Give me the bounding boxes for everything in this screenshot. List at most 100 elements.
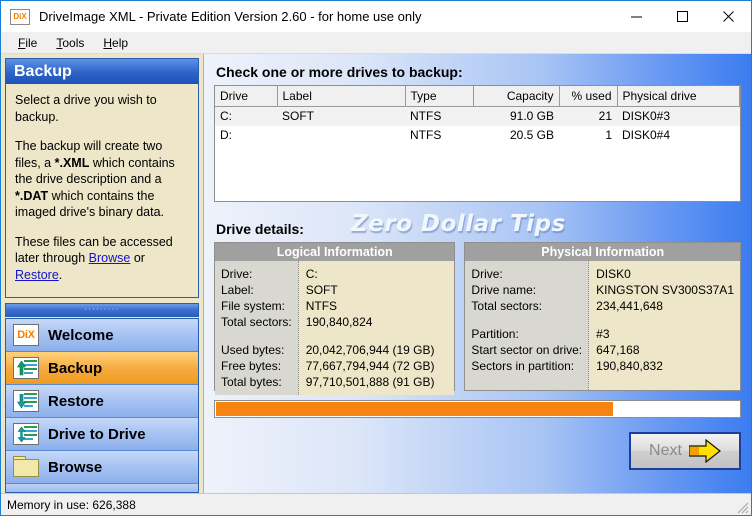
menu-help-label: H [103, 35, 113, 50]
resize-grip-icon[interactable] [735, 500, 749, 514]
arrow-up-glyph [17, 361, 26, 376]
cell-type: NTFS [405, 106, 473, 126]
logical-key-drive: Drive: [221, 267, 253, 281]
cell-physical-drive: DISK0#3 [617, 106, 740, 126]
cell-percent-used: 21 [559, 106, 617, 126]
main-panel: Check one or more drives to backup: Driv… [204, 54, 751, 493]
table-row[interactable]: C: SOFT NTFS 91.0 GB 21 DISK0#3 [215, 106, 740, 126]
minimize-button[interactable] [613, 1, 659, 32]
cell-type: NTFS [410, 128, 442, 142]
logical-keys-gap [221, 330, 292, 342]
sidebar-item-welcome[interactable]: DiX Welcome [6, 319, 198, 352]
logical-key-free-bytes: Free bytes: [221, 359, 282, 373]
status-bar: Memory in use: 626,388 [1, 493, 751, 515]
col-type[interactable]: Type [405, 86, 474, 107]
physical-information-header: Physical Information [465, 243, 740, 261]
logical-value-file-system: NTFS [305, 299, 338, 313]
grip-dots: ········· [84, 305, 120, 313]
col-label[interactable]: Label [277, 86, 406, 107]
sidebar-item-backup[interactable]: Backup [6, 352, 198, 385]
sidebar-item-welcome-label: Welcome [48, 326, 114, 344]
logical-key-total-bytes: Total bytes: [221, 375, 282, 389]
p3-c: . [58, 267, 63, 282]
dix-app-icon: DiX [10, 8, 30, 25]
cell-percent-used: 1 [605, 128, 612, 142]
col-capacity[interactable]: Capacity [473, 86, 560, 107]
logical-key-file-system: File system: [221, 299, 286, 313]
col-percent-used[interactable]: % used [559, 86, 618, 107]
sidebar-item-restore[interactable]: Restore [6, 385, 198, 418]
p3-b: or [130, 251, 145, 265]
watermark-text: Zero Dollar Tips [351, 211, 566, 237]
sidebar-panel-title: Backup [6, 59, 198, 84]
close-button[interactable] [705, 1, 751, 32]
physical-values: DISK0 KINGSTON SV300S37A1 234,441,648 #3… [589, 261, 740, 390]
menu-file-rest: ile [25, 35, 38, 50]
drive-details-header: Drive details: Zero Dollar Tips [216, 211, 741, 237]
sidebar-item-browse[interactable]: Browse [6, 451, 198, 484]
physical-value-total-sectors: 234,441,648 [596, 299, 663, 313]
physical-value-start-sector: 647,168 [596, 343, 640, 357]
restore-arrow-down-icon [13, 390, 39, 412]
sidebar-splitter-grip[interactable]: ········· [5, 303, 199, 317]
progress-bar-fill [216, 402, 614, 416]
logical-value-drive: C: [305, 267, 318, 281]
sidebar-panel-body: Select a drive you wish to backup. The b… [6, 84, 198, 297]
drives-section-title: Check one or more drives to backup: [216, 64, 463, 80]
col-drive[interactable]: Drive [215, 86, 278, 107]
physical-key-sectors-in-partition: Sectors in partition: [471, 359, 575, 373]
arrow-down-glyph [17, 394, 26, 409]
title-bar: DiX DriveImage XML - Private Edition Ver… [1, 1, 751, 32]
progress-bar [214, 400, 741, 418]
physical-keys: Drive: Drive name: Total sectors: Partit… [465, 261, 590, 390]
drive-details-panes: Logical Information Drive: Label: File s… [214, 242, 741, 395]
window-controls [613, 1, 751, 32]
application-window: DiX DriveImage XML - Private Edition Ver… [0, 0, 752, 516]
logical-information-body: Drive: Label: File system: Total sectors… [215, 261, 455, 395]
menu-help-rest: elp [112, 35, 129, 50]
physical-information-pane: Physical Information Drive: Drive name: … [464, 242, 741, 391]
col-physical-drive[interactable]: Physical drive [617, 86, 740, 107]
logical-values: C: SOFT NTFS 190,840,824 20,042,706,944 … [298, 261, 455, 395]
table-row[interactable]: D: NTFS 20.5 GB 1 DISK0#4 [215, 126, 740, 145]
physical-value-partition: #3 [596, 327, 610, 341]
folder-shape [13, 456, 39, 477]
next-button[interactable]: Next [629, 432, 741, 470]
sidebar-paragraph-2: The backup will create two files, a *.XM… [15, 138, 189, 221]
physical-key-start-sector: Start sector on drive: [471, 343, 583, 357]
cell-physical-drive: DISK0#4 [622, 128, 671, 142]
maximize-button[interactable] [659, 1, 705, 32]
cell-capacity: 91.0 GB [473, 106, 559, 126]
cell-capacity: 20.5 GB [509, 128, 554, 142]
logical-value-free-bytes: 77,667,794,944 (72 GB) [305, 359, 435, 373]
sidebar-item-backup-label: Backup [48, 359, 103, 377]
sidebar-nav-list: DiX Welcome Backup Restore Drive to Driv… [5, 318, 199, 493]
window-title: DriveImage XML - Private Edition Version… [39, 9, 422, 24]
menu-help[interactable]: Help [95, 34, 137, 52]
menu-tools-rest: ools [62, 35, 85, 50]
sidebar-item-drive-to-drive[interactable]: Drive to Drive [6, 418, 198, 451]
physical-information-body: Drive: Drive name: Total sectors: Partit… [465, 261, 740, 390]
menu-file[interactable]: File [10, 34, 46, 52]
browse-link[interactable]: Browse [89, 251, 131, 265]
folder-icon [13, 456, 39, 478]
logical-values-gap [306, 330, 449, 342]
physical-key-partition: Partition: [471, 327, 519, 341]
folder-body [13, 459, 39, 477]
restore-link[interactable]: Restore [15, 268, 59, 282]
menu-tools[interactable]: Tools [48, 34, 93, 52]
drive-to-drive-icon [13, 423, 39, 445]
footer-row: Next [214, 418, 741, 493]
menu-bar: File Tools Help [1, 32, 751, 54]
logical-value-used-bytes: 20,042,706,944 (19 GB) [305, 343, 435, 357]
logical-value-total-sectors: 190,840,824 [305, 315, 373, 329]
sidebar-item-drive-to-drive-label: Drive to Drive [48, 425, 146, 443]
physical-key-drive-name: Drive name: [471, 283, 537, 297]
cell-drive: D: [220, 128, 232, 142]
drives-table-header-row: Drive Label Type Capacity % used Physica… [215, 86, 740, 107]
drives-table-container[interactable]: Drive Label Type Capacity % used Physica… [214, 85, 741, 202]
arrow-right-icon [688, 439, 721, 463]
logical-information-pane: Logical Information Drive: Label: File s… [214, 242, 456, 395]
logical-value-label: SOFT [305, 283, 338, 297]
cell-drive: C: [215, 106, 277, 126]
